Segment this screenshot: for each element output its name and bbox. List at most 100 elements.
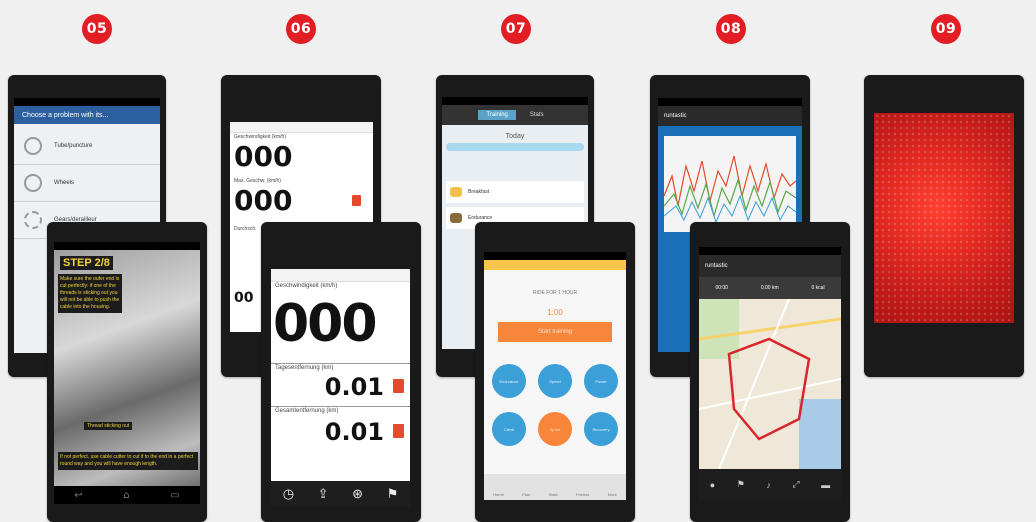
wheel-icon [24, 174, 42, 192]
phone-06-front-screen: Geschwindigkeit (km/h) 000 Tagesentfernu… [271, 269, 410, 507]
status-bar [54, 242, 200, 250]
tab-training[interactable]: Training [478, 110, 516, 120]
bike-icon [450, 213, 462, 223]
instruction-text: If not perfect, use cable cutter to cut … [58, 452, 198, 470]
step-badge-09: 09 [931, 14, 961, 44]
step-badge-07: 07 [501, 14, 531, 44]
phone-05-front: STEP 2/8 Make sure the outer end is cut … [47, 222, 207, 522]
list-item-label: Endurance [468, 215, 493, 221]
stat-calories: 0 kcal [811, 285, 825, 291]
app-bar: runtastic [658, 106, 802, 126]
bottom-tab-home[interactable]: Home [493, 492, 504, 497]
graph-panel [663, 136, 797, 232]
bike-icon[interactable]: ⚑ [387, 486, 399, 502]
recent-apps-icon[interactable]: ▭ [170, 490, 179, 501]
workout-circle[interactable]: Endurance [492, 364, 526, 398]
list-item[interactable]: Tube/puncture [14, 128, 160, 165]
reset-trip-icon[interactable] [393, 379, 404, 393]
car-icon[interactable]: ▬ [821, 480, 830, 490]
bottom-tab-stats[interactable]: Stats [549, 492, 558, 497]
tube-icon [24, 137, 42, 155]
instruction-text: Make sure the outer end is cut perfectly… [58, 274, 122, 313]
start-training-button[interactable]: Start training [498, 322, 612, 342]
route-map[interactable] [699, 299, 841, 469]
map-park [699, 299, 739, 359]
list-item-label: Breakfast [468, 189, 490, 195]
phone-06-front: Geschwindigkeit (km/h) 000 Tagesentfernu… [261, 222, 421, 522]
expand-icon[interactable]: ⤢ [792, 479, 799, 490]
phone-08-front-screen: runtastic 00:00 0.00 km 0 kcal ● ⚑ ♪ ⤢ ▬ [699, 247, 841, 500]
problem-header: Choose a problem with its... [14, 106, 160, 124]
workout-title: RIDE FOR 1 HOUR [532, 290, 578, 296]
trash-icon[interactable] [352, 195, 361, 206]
avg-value: 00 [234, 290, 254, 306]
total-label: Gesamtentfernung (km) [275, 408, 339, 414]
workout-circle[interactable]: Recovery [584, 412, 618, 446]
graph-line-red [663, 155, 797, 207]
bottom-tab-more[interactable]: More [608, 492, 617, 497]
map-water [799, 399, 841, 469]
status-bar [484, 252, 626, 260]
brand-name: runtastic [664, 113, 687, 119]
map-toolbar: ● ⚑ ♪ ⤢ ▬ [699, 469, 841, 500]
phone-05-front-screen: STEP 2/8 Make sure the outer end is cut … [54, 242, 200, 504]
pin-icon[interactable]: ● [710, 480, 715, 490]
status-bar [699, 247, 841, 255]
workout-circle[interactable]: Speed [538, 364, 572, 398]
status-bar [230, 122, 373, 133]
trip-label: Tagesentfernung (km) [275, 365, 334, 371]
step-badge-08: 08 [716, 14, 746, 44]
activity-graph [663, 155, 797, 224]
tab-stats[interactable]: Stats [522, 110, 552, 120]
bottom-tab-bar: Home Plan Stats Friends More [484, 474, 626, 500]
stat-duration: 00:00 [715, 285, 728, 291]
list-item[interactable]: Breakfast [446, 181, 584, 203]
food-icon [450, 187, 462, 197]
bottom-tab-friends[interactable]: Friends [576, 492, 589, 497]
phone-07-front-screen: RIDE FOR 1 HOUR 1:00 Start training Endu… [484, 252, 626, 500]
status-bar [14, 98, 160, 106]
mic-icon[interactable]: ♪ [766, 480, 771, 490]
phone-09 [864, 75, 1024, 377]
bottom-tab-plan[interactable]: Plan [522, 492, 530, 497]
app-bar: runtastic [699, 255, 841, 277]
speed-value: 000 [234, 140, 293, 173]
tab-bar: Training Stats [442, 105, 588, 125]
map-drawing [699, 299, 841, 469]
divider [271, 406, 410, 407]
speed-value: 000 [273, 294, 378, 354]
callout-label: Thread sticking out [84, 422, 133, 430]
stat-distance: 0.00 km [760, 285, 779, 291]
home-icon[interactable]: ⌂ [123, 490, 129, 501]
reset-total-icon[interactable] [393, 424, 404, 438]
status-bar [271, 269, 410, 282]
settings-icon[interactable]: ⊛ [352, 486, 363, 502]
step-label: STEP 2/8 [60, 256, 113, 270]
brand-name: runtastic [705, 263, 728, 269]
phone-09-screen [874, 113, 1014, 323]
clock-icon[interactable]: ◷ [283, 486, 294, 502]
step-badge-05: 05 [82, 14, 112, 44]
back-icon[interactable]: ↩ [74, 490, 82, 501]
stats-strip: 00:00 0.00 km 0 kcal [699, 277, 841, 299]
flag-icon[interactable]: ⚑ [737, 479, 745, 490]
trip-value: 0.01 [324, 373, 384, 401]
workout-circle[interactable]: Sprint [538, 412, 572, 446]
divider [271, 363, 410, 364]
workout-circle[interactable]: Power [584, 364, 618, 398]
phone-07-front: RIDE FOR 1 HOUR 1:00 Start training Endu… [475, 222, 635, 522]
share-icon[interactable]: ⇪ [318, 486, 329, 502]
phone-08-front: runtastic 00:00 0.00 km 0 kcal ● ⚑ ♪ ⤢ ▬ [690, 222, 850, 522]
avg-label: Durchsch. [234, 226, 257, 232]
total-value: 0.01 [324, 418, 384, 446]
flashlight-pattern [874, 113, 1014, 323]
status-bar [658, 98, 802, 106]
list-item-label: Tube/puncture [54, 143, 93, 149]
timeline [446, 143, 584, 151]
status-bar [442, 97, 588, 105]
system-nav: ↩ ⌂ ▭ [54, 486, 200, 504]
list-item[interactable]: Wheels [14, 165, 160, 202]
max-speed-value: 000 [234, 184, 293, 217]
title-bar [484, 260, 626, 270]
workout-circle[interactable]: Climb [492, 412, 526, 446]
